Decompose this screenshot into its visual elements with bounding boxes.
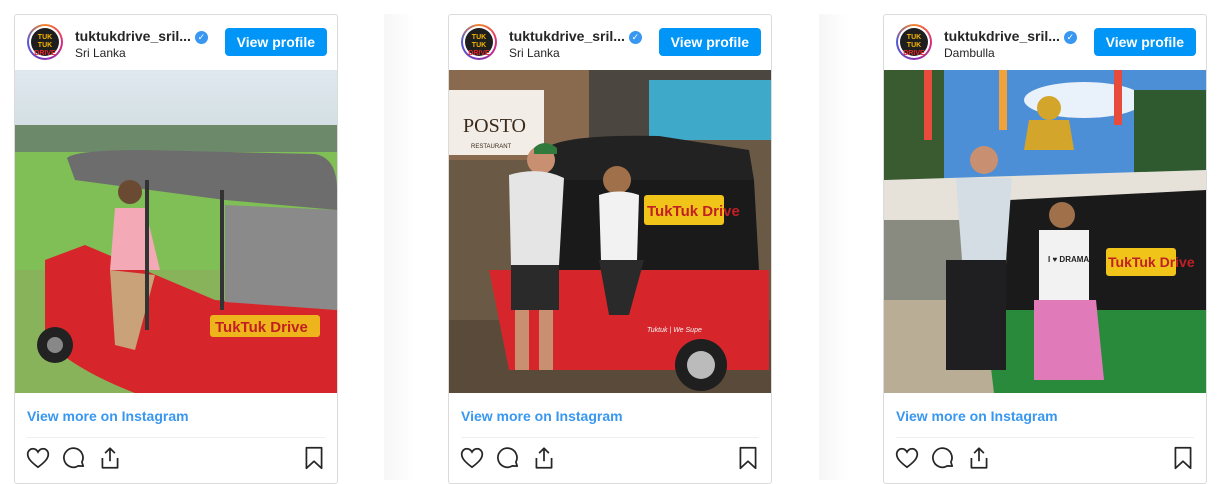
heart-icon[interactable] xyxy=(894,445,920,471)
post-photo[interactable]: POSTO RESTAURANT TukTuk Drive Tuktuk | W… xyxy=(449,70,771,393)
post-photo[interactable]: TukTuk Drive I ♥ DRAMA xyxy=(884,70,1206,393)
divider xyxy=(27,437,325,438)
avatar-logo: TUK TUK DRIVE xyxy=(465,28,493,57)
location[interactable]: Sri Lanka xyxy=(509,46,560,60)
comment-icon[interactable] xyxy=(930,445,956,471)
action-bar xyxy=(15,445,337,475)
share-icon[interactable] xyxy=(966,445,992,471)
avatar[interactable]: TUK TUK DRIVE xyxy=(27,24,63,60)
comment-icon[interactable] xyxy=(495,445,521,471)
bookmark-icon[interactable] xyxy=(301,445,327,471)
card-header: TUK TUK DRIVE tuktukdrive_sril... ✓ Sri L… xyxy=(449,15,771,70)
avatar[interactable]: TUK TUK DRIVE xyxy=(461,24,497,60)
avatar-logo: TUK TUK DRIVE xyxy=(31,28,59,57)
username[interactable]: tuktukdrive_sril... ✓ xyxy=(944,28,1077,44)
view-profile-button[interactable]: View profile xyxy=(658,28,761,56)
column-gap-shadow xyxy=(384,14,414,480)
svg-text:RESTAURANT: RESTAURANT xyxy=(471,144,512,150)
verified-badge-icon: ✓ xyxy=(628,31,642,44)
svg-text:TukTuk Drive: TukTuk Drive xyxy=(1108,254,1195,270)
action-bar xyxy=(449,445,771,475)
divider xyxy=(461,437,759,438)
heart-icon[interactable] xyxy=(25,445,51,471)
view-profile-button[interactable]: View profile xyxy=(224,28,327,56)
svg-text:POSTO: POSTO xyxy=(463,115,526,137)
heart-icon[interactable] xyxy=(459,445,485,471)
view-profile-button[interactable]: View profile xyxy=(1093,28,1196,56)
location[interactable]: Dambulla xyxy=(944,46,995,60)
instagram-embed-card: TUK TUK DRIVE tuktukdrive_sril... ✓ Sri L… xyxy=(14,14,338,484)
post-photo[interactable]: TukTuk Drive xyxy=(15,70,337,393)
share-icon[interactable] xyxy=(97,445,123,471)
location[interactable]: Sri Lanka xyxy=(75,46,126,60)
svg-text:Tuktuk | We Supe: Tuktuk | We Supe xyxy=(647,327,702,334)
view-more-link[interactable]: View more on Instagram xyxy=(896,408,1058,424)
card-header: TUK TUK DRIVE tuktukdrive_sril... ✓ Sri L… xyxy=(15,15,337,70)
view-more-link[interactable]: View more on Instagram xyxy=(461,408,623,424)
username[interactable]: tuktukdrive_sril... ✓ xyxy=(509,28,642,44)
card-header: TUK TUK DRIVE tuktukdrive_sril... ✓ Dambu… xyxy=(884,15,1206,70)
svg-text:TukTuk Drive: TukTuk Drive xyxy=(647,203,740,220)
bookmark-icon[interactable] xyxy=(1170,445,1196,471)
share-icon[interactable] xyxy=(531,445,557,471)
svg-text:I ♥ DRAMA: I ♥ DRAMA xyxy=(1048,255,1089,264)
verified-badge-icon: ✓ xyxy=(1063,31,1077,44)
column-gap-shadow xyxy=(819,14,849,480)
instagram-embed-card: TUK TUK DRIVE tuktukdrive_sril... ✓ Dambu… xyxy=(883,14,1207,484)
bookmark-icon[interactable] xyxy=(735,445,761,471)
avatar-logo: TUK TUK DRIVE xyxy=(900,28,928,57)
action-bar xyxy=(884,445,1206,475)
avatar[interactable]: TUK TUK DRIVE xyxy=(896,24,932,60)
view-more-link[interactable]: View more on Instagram xyxy=(27,408,189,424)
verified-badge-icon: ✓ xyxy=(194,31,208,44)
comment-icon[interactable] xyxy=(61,445,87,471)
instagram-embed-card: TUK TUK DRIVE tuktukdrive_sril... ✓ Sri L… xyxy=(448,14,772,484)
username[interactable]: tuktukdrive_sril... ✓ xyxy=(75,28,208,44)
divider xyxy=(896,437,1194,438)
svg-text:TukTuk Drive: TukTuk Drive xyxy=(215,319,308,336)
